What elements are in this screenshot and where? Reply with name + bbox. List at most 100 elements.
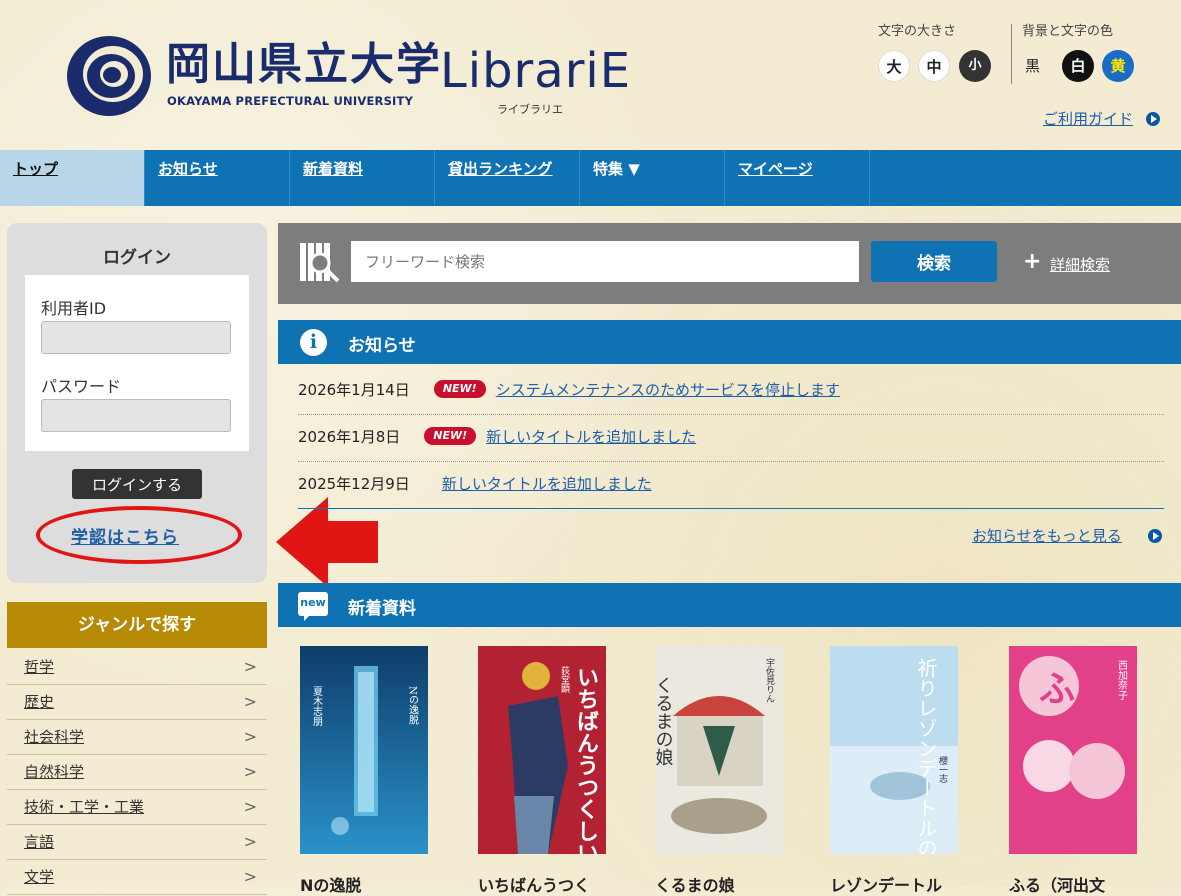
book-search-icon: [300, 243, 340, 283]
search-button[interactable]: 検索: [871, 241, 997, 282]
book-title[interactable]: くるまの娘: [655, 872, 783, 896]
genre-item-social-science[interactable]: 社会科学 >: [7, 720, 267, 755]
notice-link[interactable]: 新しいタイトルを追加しました: [486, 428, 696, 446]
highlight-ellipse: [36, 506, 242, 564]
new-arrivals-list: 夏木志朋 Nの逸脱 Nの逸脱 いちばんうつくしい王冠 荻堂顕 いちばんうつく く…: [300, 646, 1160, 896]
librarie-logo: LibrariE: [440, 43, 632, 99]
book-title[interactable]: Nの逸脱: [300, 872, 428, 896]
notices-title: お知らせ: [348, 336, 416, 356]
cover-title: ふる: [1039, 669, 1111, 710]
font-size-medium-button[interactable]: 中: [918, 50, 950, 82]
cover-author: 夏木志朋: [311, 686, 323, 727]
user-guide-link[interactable]: ご利用ガイド: [1043, 108, 1133, 129]
theme-white-button[interactable]: 白: [1062, 50, 1094, 82]
genre-item-label: 社会科学: [24, 728, 85, 746]
login-form: 利用者ID パスワード: [25, 275, 249, 451]
notice-item: 2025年12月9日 新しいタイトルを追加しました: [298, 462, 1164, 509]
cover-title: Nの逸脱: [407, 686, 419, 726]
password-label: パスワード: [41, 377, 122, 396]
search-input[interactable]: [351, 241, 859, 282]
login-title: ログイン: [103, 248, 171, 268]
cover-author: 荻堂顕: [559, 666, 570, 694]
theme-black-button[interactable]: 黒: [1025, 50, 1040, 82]
book-cover-image[interactable]: 祈りレゾンデートルの 櫻一志: [830, 646, 958, 858]
main-nav: トップ お知らせ 新着資料 貸出ランキング 特集 ▼ マイページ: [0, 150, 1181, 206]
university-name-jp: 岡山県立大学: [166, 39, 442, 90]
user-id-label: 利用者ID: [41, 299, 107, 318]
chevron-right-icon: >: [243, 692, 257, 711]
new-badge: NEW!: [433, 379, 486, 398]
user-id-input[interactable]: [41, 321, 231, 354]
university-name-en: OKAYAMA PREFECTURAL UNIVERSITY: [167, 94, 414, 108]
new-arrivals-title: 新着資料: [348, 599, 416, 619]
chevron-right-icon: >: [243, 657, 257, 676]
notice-link[interactable]: 新しいタイトルを追加しました: [442, 475, 652, 493]
notice-item: 2026年1月8日 NEW! 新しいタイトルを追加しました: [298, 415, 1164, 462]
genre-item-natural-science[interactable]: 自然科学 >: [7, 755, 267, 790]
nav-tab-ranking[interactable]: 貸出ランキング: [435, 150, 580, 206]
cover-title: 祈りレゾンデートルの: [914, 658, 938, 854]
book-cover-image[interactable]: 夏木志朋 Nの逸脱: [300, 646, 428, 854]
header-divider: [1011, 24, 1012, 84]
book-card[interactable]: いちばんうつくしい王冠 荻堂顕 いちばんうつく: [478, 646, 606, 896]
chevron-right-icon: >: [243, 867, 257, 886]
genre-item-literature[interactable]: 文学 >: [7, 860, 267, 895]
nav-tab-features[interactable]: 特集 ▼: [580, 150, 725, 206]
theme-yellow-button[interactable]: 黄: [1102, 50, 1134, 82]
font-size-label: 文字の大きさ: [878, 24, 957, 39]
site-header: 岡山県立大学 OKAYAMA PREFECTURAL UNIVERSITY Li…: [0, 0, 1181, 150]
font-size-small-button[interactable]: 小: [959, 50, 991, 82]
new-icon: new: [298, 592, 328, 621]
book-cover-image[interactable]: くるまの娘 宇佐見りん: [653, 646, 783, 854]
book-cover-image[interactable]: ふる 西加奈子: [1009, 646, 1137, 854]
login-button[interactable]: ログインする: [72, 469, 202, 499]
book-card[interactable]: 祈りレゾンデートルの 櫻一志 レゾンデートル: [830, 646, 958, 896]
genre-item-label: 哲学: [24, 658, 55, 676]
cover-title: くるまの娘: [655, 676, 674, 766]
plus-icon[interactable]: +: [1023, 251, 1041, 273]
arrow-right-icon[interactable]: [1148, 529, 1162, 543]
nav-tab-mypage[interactable]: マイページ: [725, 150, 870, 206]
nav-tab-new-arrivals[interactable]: 新着資料: [290, 150, 435, 206]
university-logo-icon: [67, 36, 151, 116]
genre-item-technology[interactable]: 技術・工学・工業 >: [7, 790, 267, 825]
genre-item-language[interactable]: 言語 >: [7, 825, 267, 860]
search-bar: 検索 + 詳細検索: [278, 223, 1181, 304]
genre-item-label: 自然科学: [24, 763, 85, 781]
book-card[interactable]: 夏木志朋 Nの逸脱 Nの逸脱: [300, 646, 428, 896]
chevron-right-icon: >: [243, 762, 257, 781]
nav-tab-top[interactable]: トップ: [0, 150, 145, 206]
password-input[interactable]: [41, 399, 231, 432]
book-card[interactable]: くるまの娘 宇佐見りん くるまの娘: [653, 646, 783, 896]
book-card[interactable]: ふる 西加奈子 ふる（河出文: [1009, 646, 1137, 896]
genre-list: 哲学 > 歴史 > 社会科学 > 自然科学 > 技術・工学・工業 > 言語 > 文学 >: [7, 650, 267, 895]
new-arrivals-heading: new 新着資料: [278, 583, 1181, 627]
notice-link[interactable]: システムメンテナンスのためサービスを停止します: [496, 381, 840, 399]
book-title[interactable]: レゾンデートル: [830, 872, 958, 896]
genre-item-label: 歴史: [24, 693, 55, 711]
advanced-search-link[interactable]: 詳細検索: [1050, 254, 1110, 275]
cover-author: 櫻一志: [937, 755, 948, 783]
genre-item-label: 文学: [24, 868, 55, 886]
font-size-large-button[interactable]: 大: [878, 50, 910, 82]
highlight-arrow-icon: [276, 497, 378, 587]
book-cover-image[interactable]: いちばんうつくしい王冠 荻堂顕: [478, 646, 606, 896]
notice-item: 2026年1月14日 NEW! システムメンテナンスのためサービスを停止します: [298, 368, 1164, 415]
genre-item-philosophy[interactable]: 哲学 >: [7, 650, 267, 685]
nav-tab-notices[interactable]: お知らせ: [145, 150, 290, 206]
genre-item-label: 技術・工学・工業: [24, 798, 145, 816]
genre-heading: ジャンルで探す: [7, 602, 267, 648]
book-title[interactable]: ふる（河出文: [1009, 872, 1137, 896]
more-notices-link[interactable]: お知らせをもっと見る: [972, 525, 1122, 546]
chevron-right-icon: >: [243, 797, 257, 816]
notice-date: 2026年1月14日: [298, 381, 410, 399]
chevron-right-icon: >: [243, 727, 257, 746]
arrow-right-icon[interactable]: [1146, 112, 1160, 126]
genre-item-history[interactable]: 歴史 >: [7, 685, 267, 720]
notices-heading: i お知らせ: [278, 320, 1181, 364]
cover-author: 西加奈子: [1116, 660, 1128, 700]
notices-list: 2026年1月14日 NEW! システムメンテナンスのためサービスを停止します 20…: [298, 368, 1164, 509]
book-title[interactable]: いちばんうつく: [478, 872, 606, 896]
info-icon: i: [300, 329, 327, 356]
notice-date: 2026年1月8日: [298, 428, 401, 446]
